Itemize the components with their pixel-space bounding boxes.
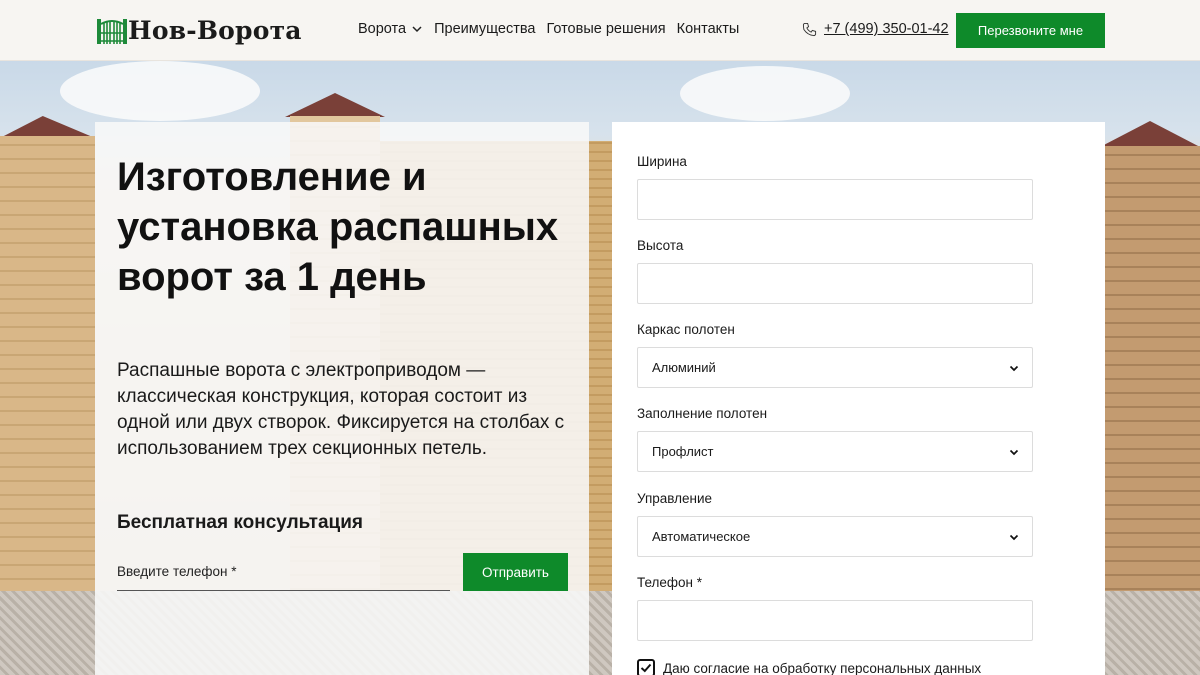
- nav-item-contacts[interactable]: Контакты: [677, 21, 740, 37]
- nav-item-label: Ворота: [358, 21, 407, 37]
- fill-select-value: Профлист: [652, 444, 714, 459]
- cloud: [680, 66, 850, 121]
- chevron-down-icon: [1009, 534, 1019, 541]
- phone-placeholder: Введите телефон *: [117, 564, 237, 579]
- main-nav: Ворота Преимущества Готовые решения Конт…: [358, 21, 750, 37]
- chevron-down-icon: [1009, 365, 1019, 372]
- consultation-title: Бесплатная консультация: [117, 512, 363, 533]
- form-phone-input[interactable]: [637, 600, 1033, 641]
- post-roof: [1100, 121, 1200, 147]
- send-button[interactable]: Отправить: [463, 553, 568, 591]
- consent-row: Даю согласие на обработку персональных д…: [637, 659, 981, 675]
- width-label: Ширина: [637, 154, 687, 169]
- post-roof: [285, 93, 385, 117]
- brick-wall-right: [1100, 146, 1200, 616]
- hero-description: Распашные ворота с электроприводом — кла…: [117, 360, 565, 459]
- cloud: [60, 61, 260, 121]
- fill-select[interactable]: Профлист: [637, 431, 1033, 472]
- nav-item-label: Преимущества: [434, 21, 536, 37]
- chevron-down-icon: [1009, 449, 1019, 456]
- logo[interactable]: Нов-Ворота: [96, 15, 302, 45]
- nav-item-label: Контакты: [676, 21, 740, 37]
- checkmark-icon: [640, 663, 652, 673]
- consent-checkbox[interactable]: [637, 659, 655, 675]
- control-select-value: Автоматическое: [652, 529, 751, 544]
- header-phone: +7 (499) 350-01-42: [802, 21, 949, 37]
- nav-item-ready-solutions[interactable]: Готовые решения: [546, 21, 665, 37]
- frame-label: Каркас полотен: [637, 322, 735, 337]
- nav-item-gates[interactable]: Ворота: [358, 21, 423, 37]
- form-phone-label: Телефон *: [637, 575, 703, 590]
- site-header: Нов-Ворота Ворота Преимущества Готовые р…: [0, 0, 1200, 61]
- calculator-form: Ширина Высота Каркас полотен Алюминий За…: [612, 122, 1105, 675]
- height-label: Высота: [637, 238, 684, 253]
- height-input[interactable]: [637, 263, 1033, 304]
- fill-label: Заполнение полотен: [637, 406, 768, 421]
- consultation-phone-input[interactable]: Введите телефон *: [117, 554, 450, 591]
- consent-label: Даю согласие на обработку персональных д…: [663, 660, 982, 675]
- logo-text: Нов-Ворота: [128, 15, 302, 45]
- gate-logo-icon: [97, 19, 127, 44]
- control-label: Управление: [637, 491, 713, 506]
- phone-icon: [802, 22, 817, 36]
- nav-item-advantages[interactable]: Преимущества: [434, 21, 535, 37]
- hero-card: Изготовление и установка распашных ворот…: [95, 122, 589, 675]
- phone-link[interactable]: +7 (499) 350-01-42: [824, 21, 949, 37]
- chevron-down-icon: [412, 26, 422, 33]
- width-input[interactable]: [637, 179, 1033, 220]
- frame-select-value: Алюминий: [652, 360, 716, 375]
- frame-select[interactable]: Алюминий: [637, 347, 1033, 388]
- control-select[interactable]: Автоматическое: [637, 516, 1033, 557]
- post-roof: [0, 116, 95, 138]
- nav-item-label: Готовые решения: [546, 21, 666, 37]
- hero-title: Изготовление и установка распашных ворот…: [117, 155, 559, 299]
- callback-button[interactable]: Перезвоните мне: [956, 13, 1105, 48]
- brick-wall-left: [0, 136, 95, 606]
